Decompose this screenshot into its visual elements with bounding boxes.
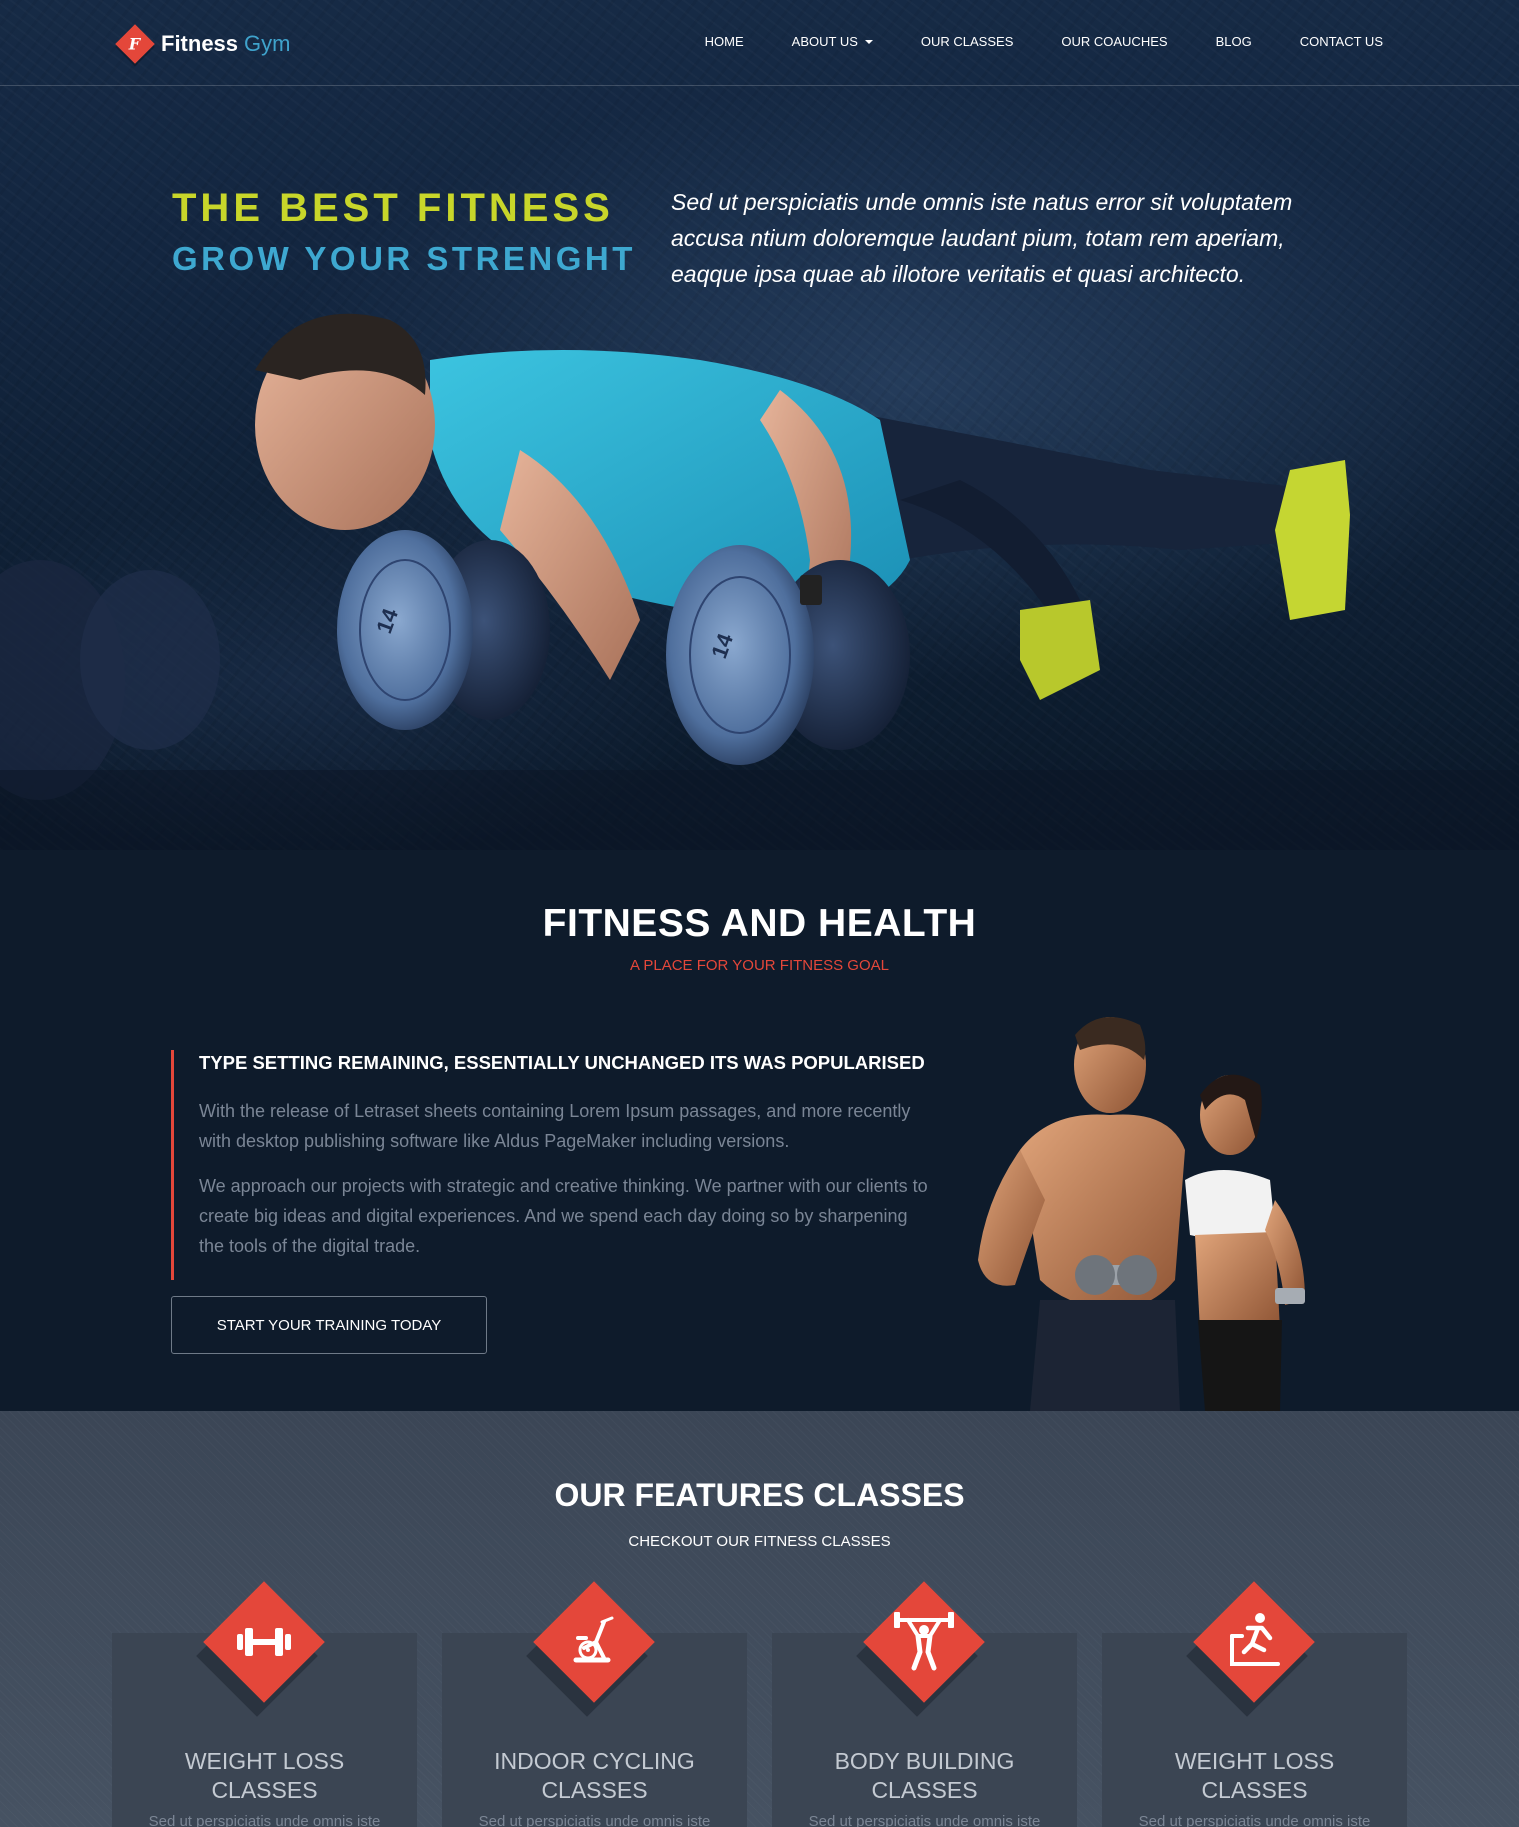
card-title: WEIGHT LOSS CLASSES <box>112 1747 417 1805</box>
card-title: INDOOR CYCLING CLASSES <box>442 1747 747 1805</box>
weightlifter-icon <box>894 1612 954 1671</box>
nav-item-about-us-label: ABOUT US <box>791 34 858 49</box>
about-paragraph: With the release of Letraset sheets cont… <box>199 1101 911 1151</box>
nav-item-home[interactable]: HOME <box>705 34 744 49</box>
card-text: Sed ut perspiciatis unde omnis iste <box>808 1813 1041 1827</box>
exercise-bike-icon <box>573 1616 614 1663</box>
main-nav: HOME ABOUT US OUR CLASSES OUR COAUCHES B… <box>657 34 1383 49</box>
nav-item-our-coaches[interactable]: OUR COAUCHES <box>1061 34 1167 49</box>
hero-text: Sed ut perspiciatis unde omnis iste natu… <box>671 189 1293 287</box>
card-title-line: CLASSES <box>1201 1777 1308 1803</box>
brand-name: Fitness Gym <box>161 31 290 57</box>
nav-item-contact-us[interactable]: CONTACT US <box>1300 34 1383 49</box>
start-training-button[interactable]: START YOUR TRAINING TODAY <box>171 1296 487 1354</box>
card-title-line: WEIGHT LOSS <box>1174 1748 1335 1774</box>
card-title-line: CLASSES <box>541 1777 648 1803</box>
card-text: Sed ut perspiciatis unde omnis iste <box>478 1813 711 1827</box>
logo-mark-letter: F <box>129 34 141 54</box>
fitness-couple-image <box>978 1017 1305 1411</box>
hero-section: 14 14 F Fitness Gym HOME ABOUT US OUR CLA… <box>0 0 1519 850</box>
hero-athlete-image: 14 14 <box>0 313 1519 850</box>
card-title: WEIGHT LOSS CLASSES <box>1102 1747 1407 1805</box>
about-text-block: TYPE SETTING REMAINING, ESSENTIALLY UNCH… <box>171 1050 931 1280</box>
features-title: OUR FEATURES CLASSES <box>554 1477 965 1513</box>
caret-down-icon <box>864 39 873 44</box>
about-title: FITNESS AND HEALTH <box>542 902 977 945</box>
features-tagline: CHECKOUT OUR FITNESS CLASSES <box>628 1533 891 1550</box>
treadmill-runner-icon <box>1230 1613 1280 1666</box>
card-title-line: CLASSES <box>871 1777 978 1803</box>
about-paragraph: We approach our projects with strategic … <box>199 1176 928 1256</box>
hero-subtitle: GROW YOUR STRENGHT <box>172 240 636 277</box>
features-section: OUR FEATURES CLASSES CHECKOUT OUR FITNES… <box>0 1411 1519 1827</box>
nav-item-blog[interactable]: BLOG <box>1216 34 1252 49</box>
class-card[interactable]: BODY BUILDING CLASSES Sed ut perspiciatis… <box>772 1581 1077 1827</box>
about-section: FITNESS AND HEALTH A PLACE FOR YOUR FITN… <box>0 850 1519 1411</box>
about-tagline: A PLACE FOR YOUR FITNESS GOAL <box>630 957 889 974</box>
nav-item-our-classes[interactable]: OUR CLASSES <box>921 34 1013 49</box>
card-title-line: WEIGHT LOSS <box>184 1748 345 1774</box>
card-title: BODY BUILDING CLASSES <box>772 1747 1077 1805</box>
brand-logo[interactable]: F Fitness Gym <box>115 24 290 64</box>
brand-name-bold: Fitness <box>161 31 239 56</box>
class-card[interactable]: INDOOR CYCLING CLASSES Sed ut perspiciati… <box>442 1581 747 1827</box>
class-card[interactable]: WEIGHT LOSS CLASSES Sed ut perspiciatis u… <box>1102 1581 1407 1827</box>
logo-mark-icon: F <box>115 24 155 64</box>
dumbbell-icon <box>237 1628 291 1656</box>
card-title-line: INDOOR CYCLING <box>494 1748 695 1774</box>
card-text: Sed ut perspiciatis unde omnis iste <box>148 1813 381 1827</box>
class-card[interactable]: WEIGHT LOSS CLASSES Sed ut perspiciatis u… <box>112 1581 417 1827</box>
card-text: Sed ut perspiciatis unde omnis iste <box>1138 1813 1371 1827</box>
nav-item-about-us[interactable]: ABOUT US <box>792 34 873 49</box>
card-title-line: BODY BUILDING <box>834 1748 1015 1774</box>
brand-name-light: Gym <box>244 31 291 56</box>
hero-title: THE BEST FITNESS <box>172 186 614 230</box>
about-heading: TYPE SETTING REMAINING, ESSENTIALLY UNCH… <box>199 1052 925 1073</box>
card-title-line: CLASSES <box>211 1777 318 1803</box>
top-navbar: F Fitness Gym HOME ABOUT US OUR CLASSES O… <box>0 0 1519 86</box>
